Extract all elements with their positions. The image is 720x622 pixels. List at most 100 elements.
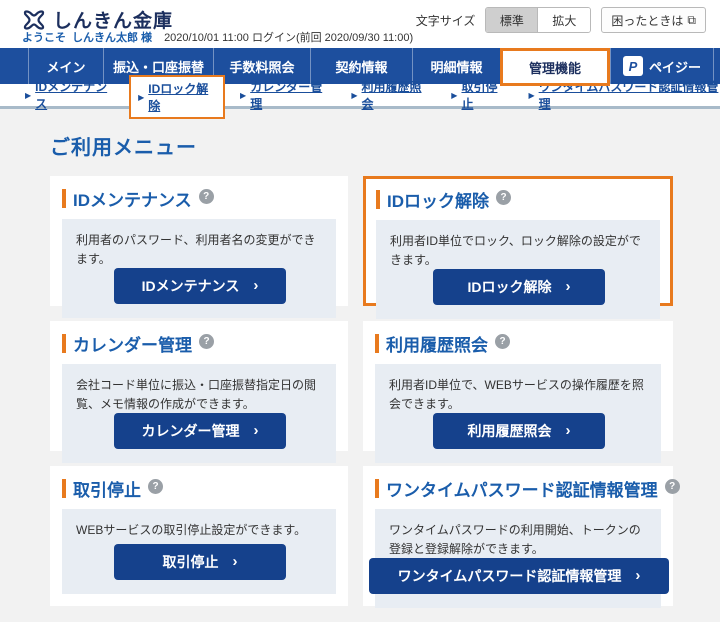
card-stop-transactions: 取引停止 ? WEBサービスの取引停止設定ができます。 取引停止 › [50,466,348,606]
font-size-label: 文字サイズ [416,12,476,29]
card-title: カレンダー管理 [73,331,192,356]
title-accent-bar [62,334,66,353]
help-button-label: 困ったときは [611,12,683,29]
welcome-bar: ようこそ しんきん太郎 様 2020/10/01 11:00 ログイン(前回 2… [22,29,413,45]
arrow-icon: ▶ [240,91,246,100]
stop-transactions-button[interactable]: 取引停止 › [114,544,286,580]
header-controls: 文字サイズ 標準 拡大 困ったときは ⧉ [416,7,706,33]
subnav-item-calendar[interactable]: ▶ カレンダー管理 [240,78,329,112]
card-title: 取引停止 [73,476,141,501]
help-icon[interactable]: ? [495,334,510,349]
card-panel: 利用者のパスワード、利用者名の変更ができます。 IDメンテナンス › [62,219,336,318]
subnav: ▶ IDメンテナンス ▶ IDロック解除 ▶ カレンダー管理 ▶ 利用履歴照会 … [0,84,720,106]
card-panel: WEBサービスの取引停止設定ができます。 取引停止 › [62,509,336,594]
card-description: ワンタイムパスワードの利用開始、トークンの登録と登録解除ができます。 [389,521,649,558]
button-label: ワンタイムパスワード認証情報管理 [398,566,622,586]
subnav-item-usage-history[interactable]: ▶ 利用履歴照会 [351,78,429,112]
card-panel: 利用者ID単位でロック、ロック解除の設定ができます。 IDロック解除 › [376,220,660,319]
subnav-link-label: 利用履歴照会 [362,78,430,112]
external-link-icon: ⧉ [687,13,696,28]
card-description: 会社コード単位に振込・口座振替指定日の閲覧、メモ情報の作成ができます。 [76,376,324,413]
card-panel: 会社コード単位に振込・口座振替指定日の閲覧、メモ情報の作成ができます。 カレンダ… [62,364,336,463]
arrow-icon: ▶ [351,91,357,100]
help-icon[interactable]: ? [496,190,511,205]
title-accent-bar [376,190,380,209]
button-row: 取引停止 › [76,544,324,582]
subnav-link-label: IDメンテナンス [35,78,114,112]
header: しんきん金庫 文字サイズ 標準 拡大 困ったときは ⧉ ようこそ しんきん太郎 … [0,0,720,48]
card-title: 利用履歴照会 [386,331,488,356]
help-link-button[interactable]: 困ったときは ⧉ [601,7,706,33]
help-icon[interactable]: ? [148,479,163,494]
card-calendar: カレンダー管理 ? 会社コード単位に振込・口座振替指定日の閲覧、メモ情報の作成が… [50,321,348,451]
subnav-item-stop-transactions[interactable]: ▶ 取引停止 [451,78,506,112]
button-label: カレンダー管理 [142,421,240,441]
card-otp-management: ワンタイムパスワード認証情報管理 ? ワンタイムパスワードの利用開始、トークンの… [363,466,673,606]
arrow-icon: ▶ [25,91,31,100]
usage-history-button[interactable]: 利用履歴照会 › [433,413,605,449]
chevron-right-icon: › [566,278,571,295]
font-size-large-button[interactable]: 拡大 [538,8,590,32]
card-panel: 利用者ID単位で、WEBサービスの操作履歴を照会できます。 利用履歴照会 › [375,364,661,463]
card-description: 利用者のパスワード、利用者名の変更ができます。 [76,231,324,268]
calendar-management-button[interactable]: カレンダー管理 › [114,413,286,449]
card-description: 利用者ID単位で、WEBサービスの操作履歴を照会できます。 [389,376,649,413]
card-title-row: IDロック解除 ? [376,187,660,212]
user-name: しんきん太郎 様 [72,29,152,45]
shinkin-logo-icon [22,8,46,32]
button-label: 取引停止 [163,552,219,572]
id-maintenance-button[interactable]: IDメンテナンス › [114,268,286,304]
subnav-item-id-unlock[interactable]: ▶ IDロック解除 [129,75,225,119]
chevron-right-icon: › [254,422,259,439]
page-title: ご利用メニュー [50,131,673,160]
subnav-link-label: カレンダー管理 [250,78,329,112]
card-id-maintenance: IDメンテナンス ? 利用者のパスワード、利用者名の変更ができます。 IDメンテ… [50,176,348,306]
title-accent-bar [62,479,66,498]
title-accent-bar [375,479,379,498]
title-accent-bar [375,334,379,353]
welcome-prefix: ようこそ [22,29,66,45]
arrow-icon: ▶ [451,91,457,100]
title-accent-bar [62,189,66,208]
font-size-standard-button[interactable]: 標準 [486,8,538,32]
nav-item-admin-active[interactable]: 管理機能 [500,48,610,86]
card-title: IDロック解除 [387,187,489,212]
chevron-right-icon: › [566,422,571,439]
chevron-right-icon: › [233,553,238,570]
button-row: カレンダー管理 › [76,413,324,451]
card-title-row: ワンタイムパスワード認証情報管理 ? [375,476,661,501]
button-label: IDメンテナンス [142,276,240,296]
chevron-right-icon: › [253,277,258,294]
help-icon[interactable]: ? [199,189,214,204]
card-title-row: 利用履歴照会 ? [375,331,661,356]
id-unlock-button[interactable]: IDロック解除 › [433,269,605,305]
button-label: 利用履歴照会 [468,421,552,441]
card-description: 利用者ID単位でロック、ロック解除の設定ができます。 [390,232,648,269]
payeasy-icon: P [623,56,643,76]
otp-management-button[interactable]: ワンタイムパスワード認証情報管理 › [369,558,669,594]
arrow-icon: ▶ [138,93,144,102]
subnav-link-label: IDロック解除 [148,80,216,114]
main-content: ご利用メニュー IDメンテナンス ? 利用者のパスワード、利用者名の変更ができま… [0,109,720,606]
button-row: IDロック解除 › [390,269,648,307]
button-row: ワンタイムパスワード認証情報管理 › [389,558,649,596]
card-panel: ワンタイムパスワードの利用開始、トークンの登録と登録解除ができます。 ワンタイム… [375,509,661,608]
font-size-toggle: 標準 拡大 [485,7,591,33]
help-icon[interactable]: ? [665,479,680,494]
card-usage-history: 利用履歴照会 ? 利用者ID単位で、WEBサービスの操作履歴を照会できます。 利… [363,321,673,451]
chevron-right-icon: › [635,567,640,584]
card-title-row: 取引停止 ? [62,476,336,501]
card-id-unlock: IDロック解除 ? 利用者ID単位でロック、ロック解除の設定ができます。 IDロ… [363,176,673,306]
subnav-item-id-maintenance[interactable]: ▶ IDメンテナンス [25,78,114,112]
nav-spacer [0,48,28,84]
card-title: IDメンテナンス [73,186,192,211]
card-description: WEBサービスの取引停止設定ができます。 [76,521,324,540]
menu-card-grid: IDメンテナンス ? 利用者のパスワード、利用者名の変更ができます。 IDメンテ… [50,176,673,606]
nav-item-payeasy-label: ペイジー [649,57,701,76]
card-title-row: IDメンテナンス ? [62,186,336,211]
button-row: IDメンテナンス › [76,268,324,306]
button-label: IDロック解除 [468,277,552,297]
login-timestamp: 2020/10/01 11:00 ログイン(前回 2020/09/30 11:0… [164,29,413,45]
help-icon[interactable]: ? [199,334,214,349]
card-title-row: カレンダー管理 ? [62,331,336,356]
